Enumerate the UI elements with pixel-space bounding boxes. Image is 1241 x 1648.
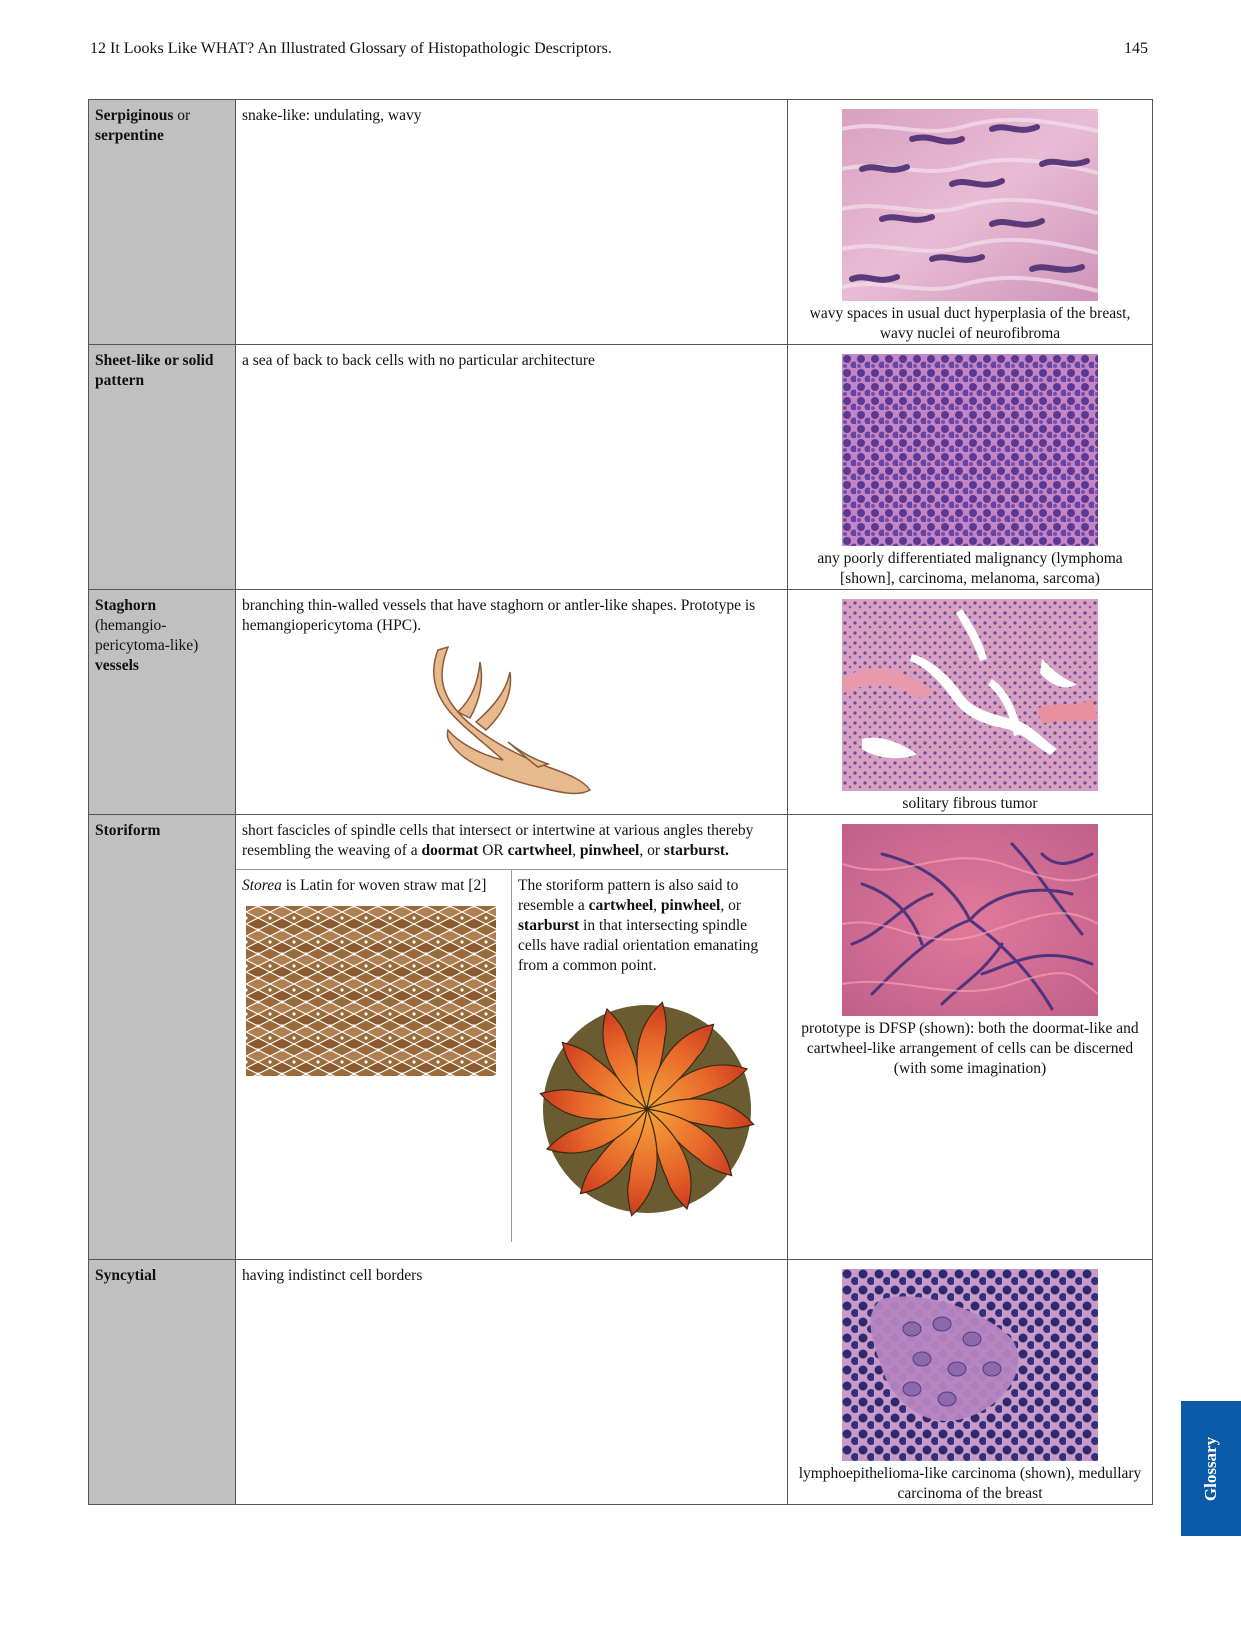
term-name-line2: serpentine	[95, 127, 164, 144]
definition-text-part: OR	[478, 842, 508, 859]
definition-cell: a sea of back to back cells with no part…	[235, 344, 788, 590]
antler-illustration-image	[433, 645, 592, 795]
term-name: Sheet-like or solid pattern	[95, 352, 214, 389]
explanation-keyword: cartwheel	[588, 897, 654, 914]
definition-text-part: ,	[572, 842, 580, 859]
definition-cell: branching thin-walled vessels that have …	[235, 589, 788, 815]
definition-keyword-doormat: doormat	[421, 842, 479, 859]
example-cell: prototype is DFSP (shown): both the door…	[787, 814, 1153, 1260]
definition-text: having indistinct cell borders	[242, 1267, 423, 1284]
term-name-end: vessels	[95, 657, 139, 674]
example-cell: wavy spaces in usual duct hyperplasia of…	[787, 99, 1153, 345]
definition-cell: having indistinct cell borders	[235, 1259, 788, 1505]
definition-text: a sea of back to back cells with no part…	[242, 352, 595, 369]
side-tab-label: Glossary	[1201, 1436, 1220, 1501]
example-caption: wavy spaces in usual duct hyperplasia of…	[809, 305, 1131, 342]
term-suffix: or	[173, 107, 191, 124]
glossary-row-sheet-like: Sheet-like or solid pattern a sea of bac…	[88, 344, 1153, 590]
term-cell: Sheet-like or solid pattern	[88, 344, 236, 590]
definition-text: snake-like: undulating, wavy	[242, 107, 422, 124]
glossary-table: Serpiginous or serpentine snake-like: und…	[88, 99, 1153, 1505]
micrograph-syncytial-image	[842, 1269, 1098, 1461]
definition-text: short fascicles of spindle cells that in…	[236, 815, 787, 861]
micrograph-lymphoma-image	[842, 354, 1098, 546]
pinwheel-illustration-image	[539, 1001, 755, 1217]
term-cell: Syncytial	[88, 1259, 236, 1505]
glossary-row-serpiginous: Serpiginous or serpentine snake-like: und…	[88, 99, 1153, 345]
definition-cell: snake-like: undulating, wavy	[235, 99, 788, 345]
micrograph-staghorn-vessels-image	[842, 599, 1098, 791]
definition-keyword-cartwheel: cartwheel	[507, 842, 573, 859]
storiform-explanation-text: The storiform pattern is also said to re…	[518, 876, 779, 976]
storiform-subtable: Storea is Latin for woven straw mat [2]	[236, 869, 787, 1242]
term-cell: Storiform	[88, 814, 236, 1260]
example-caption: lymphoepithelioma-like carcinoma (shown)…	[798, 1465, 1142, 1502]
glossary-row-syncytial: Syncytial having indistinct cell borders	[88, 1259, 1153, 1505]
example-cell: solitary fibrous tumor	[787, 589, 1153, 815]
definition-keyword-pinwheel: pinwheel	[579, 842, 640, 859]
definition-text: branching thin-walled vessels that have …	[242, 597, 756, 634]
example-cell: lymphoepithelioma-like carcinoma (shown)…	[787, 1259, 1153, 1505]
storea-note-cell: Storea is Latin for woven straw mat [2]	[236, 870, 512, 1242]
glossary-row-storiform: Storiform short fascicles of spindle cel…	[88, 814, 1153, 1260]
term-name: Syncytial	[95, 1267, 157, 1284]
page-number: 145	[1124, 40, 1148, 57]
example-caption: solitary fibrous tumor	[902, 795, 1038, 812]
storea-note-text: is Latin for woven straw mat [2]	[281, 877, 487, 894]
term-name: Serpiginous	[95, 107, 174, 124]
example-caption: prototype is DFSP (shown): both the door…	[801, 1020, 1139, 1077]
term-qualifier: (hemangio-pericytoma-like)	[95, 617, 199, 654]
example-cell: any poorly differentiated malignancy (ly…	[787, 344, 1153, 590]
micrograph-dfsp-storiform-image	[842, 824, 1098, 1016]
definition-text-part: , or	[639, 842, 664, 859]
running-header: 12 It Looks Like WHAT? An Illustrated Gl…	[90, 40, 612, 57]
latin-term: Storea	[242, 877, 282, 894]
woven-mat-illustration-image	[246, 906, 496, 1076]
explanation-part: ,	[653, 897, 661, 914]
explanation-keyword: pinwheel	[660, 897, 721, 914]
glossary-side-tab: Glossary	[1181, 1401, 1241, 1536]
term-cell: Serpiginous or serpentine	[88, 99, 236, 345]
example-caption: any poorly differentiated malignancy (ly…	[817, 550, 1123, 587]
term-cell: Staghorn (hemangio-pericytoma-like) vessel…	[88, 589, 236, 815]
glossary-row-staghorn: Staghorn (hemangio-pericytoma-like) vessel…	[88, 589, 1153, 815]
explanation-part: , or	[720, 897, 741, 914]
definition-keyword-starburst: starburst.	[663, 842, 729, 859]
explanation-keyword: starburst	[518, 917, 580, 934]
term-name: Storiform	[95, 822, 161, 839]
micrograph-wavy-spindle-image	[842, 109, 1098, 301]
definition-cell: short fascicles of spindle cells that in…	[235, 814, 788, 1260]
storiform-explanation-cell: The storiform pattern is also said to re…	[512, 870, 787, 1242]
term-name: Staghorn	[95, 597, 157, 614]
